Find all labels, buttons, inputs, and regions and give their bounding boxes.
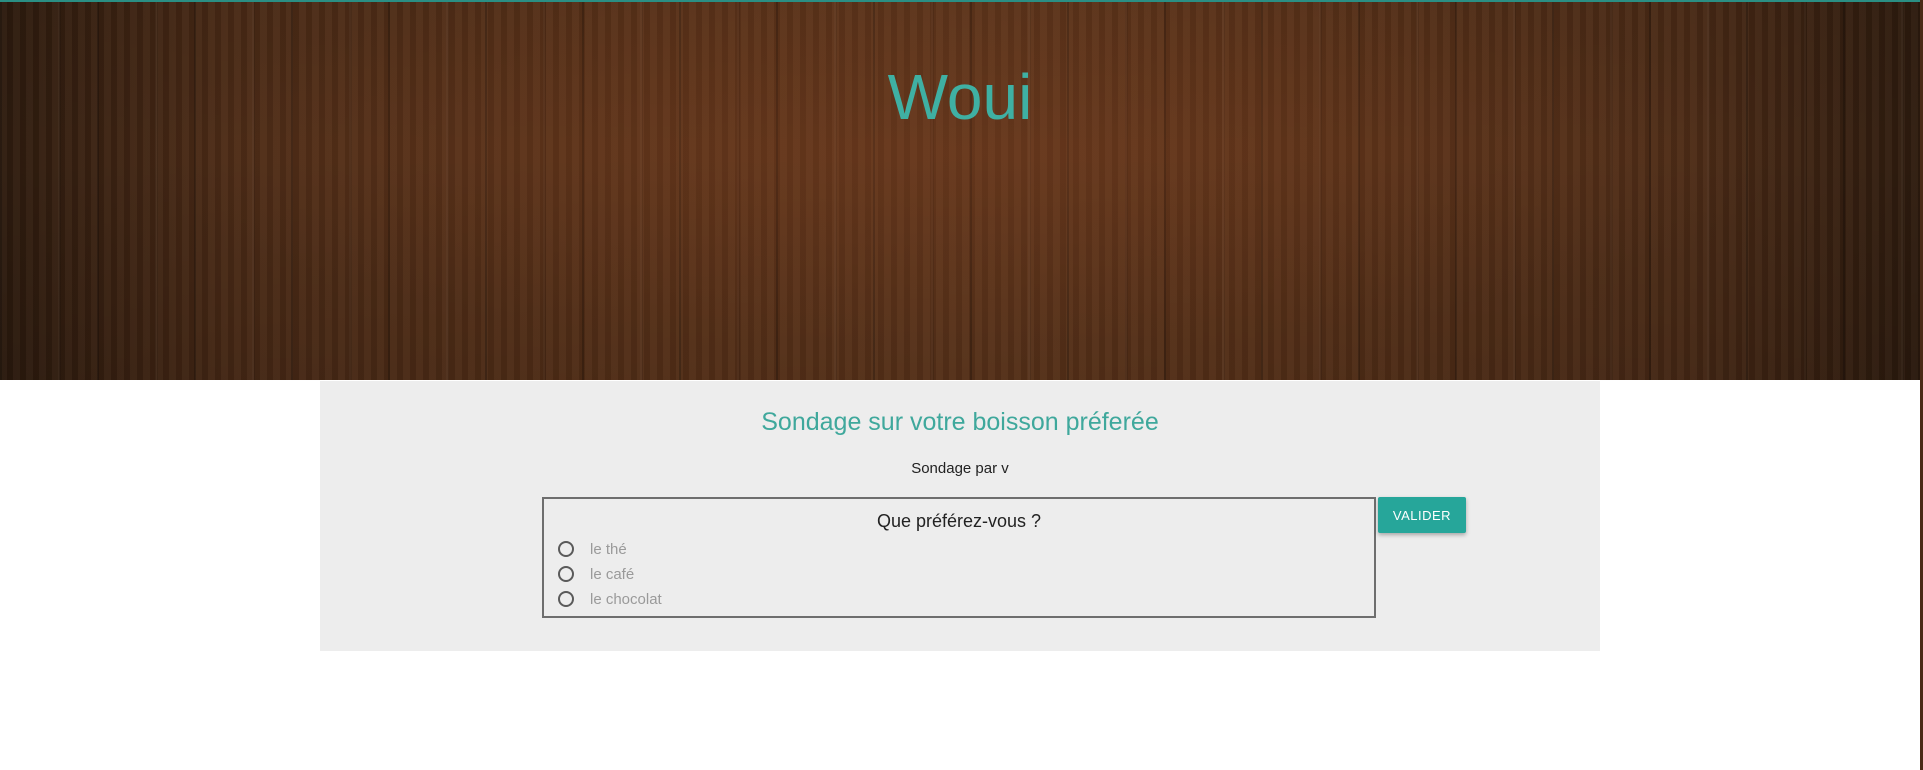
radio-button[interactable]	[558, 566, 574, 582]
poll-author: Sondage par v	[911, 460, 1009, 477]
option-cafe[interactable]: le café	[558, 564, 634, 584]
question-label: Que préférez-vous ?	[876, 511, 1042, 531]
option-chocolat[interactable]: le chocolat	[558, 589, 662, 609]
site-title: Woui	[887, 61, 1033, 133]
poll-title: Sondage sur votre boisson préferée	[761, 408, 1159, 436]
radio-button[interactable]	[558, 541, 574, 557]
radio-button[interactable]	[558, 591, 574, 607]
submit-button[interactable]: VALIDER	[1378, 497, 1466, 533]
option-label: le café	[590, 565, 635, 583]
question-fieldset: Que préférez-vous ? le thé le café le ch…	[542, 497, 1376, 618]
option-label: le chocolat	[590, 590, 662, 608]
option-the[interactable]: le thé	[558, 539, 627, 559]
option-label: le thé	[590, 540, 627, 558]
hero-banner: Woui	[0, 0, 1920, 380]
poll-panel: Sondage sur votre boisson préferée Sonda…	[320, 381, 1600, 651]
